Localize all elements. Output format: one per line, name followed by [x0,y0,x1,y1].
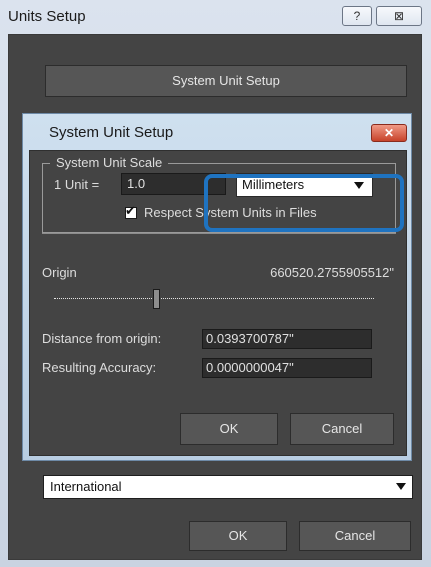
chevron-down-icon [396,483,406,490]
divider [42,233,396,234]
dialog-title: Units Setup [8,8,86,25]
origin-slider-thumb[interactable] [153,289,161,309]
cancel-button[interactable]: Cancel [299,521,411,551]
lighting-units-value: International [50,479,122,494]
ok-button[interactable]: OK [180,413,278,445]
respect-system-units-checkbox[interactable]: ✔ [125,203,137,219]
resulting-accuracy-label: Resulting Accuracy: [42,360,157,375]
close-button[interactable]: ⊠ [376,6,422,26]
help-button[interactable]: ? [342,6,372,26]
system-unit-setup-dialog: System Unit Setup ✕ System Unit Scale 1 … [22,113,412,461]
distance-from-origin-field: 0.0393700787" [202,329,372,349]
origin-label: Origin [42,265,77,280]
cancel-button[interactable]: Cancel [290,413,394,445]
origin-slider-track[interactable] [54,298,374,300]
group-label: System Unit Scale [50,155,169,171]
close-button[interactable]: ✕ [371,124,407,142]
system-unit-setup-button[interactable]: System Unit Setup [45,65,407,97]
resulting-accuracy-field: 0.0000000047" [202,358,372,378]
distance-from-origin-label: Distance from origin: [42,331,162,346]
unit-label: 1 Unit = [54,177,100,192]
ok-button[interactable]: OK [189,521,287,551]
dialog-title: System Unit Setup [49,124,174,141]
origin-value: 660520.2755905512" [270,265,394,280]
highlight-box [204,174,404,232]
checkmark-icon: ✔ [125,203,136,218]
lighting-units-dropdown[interactable]: International [43,475,413,499]
